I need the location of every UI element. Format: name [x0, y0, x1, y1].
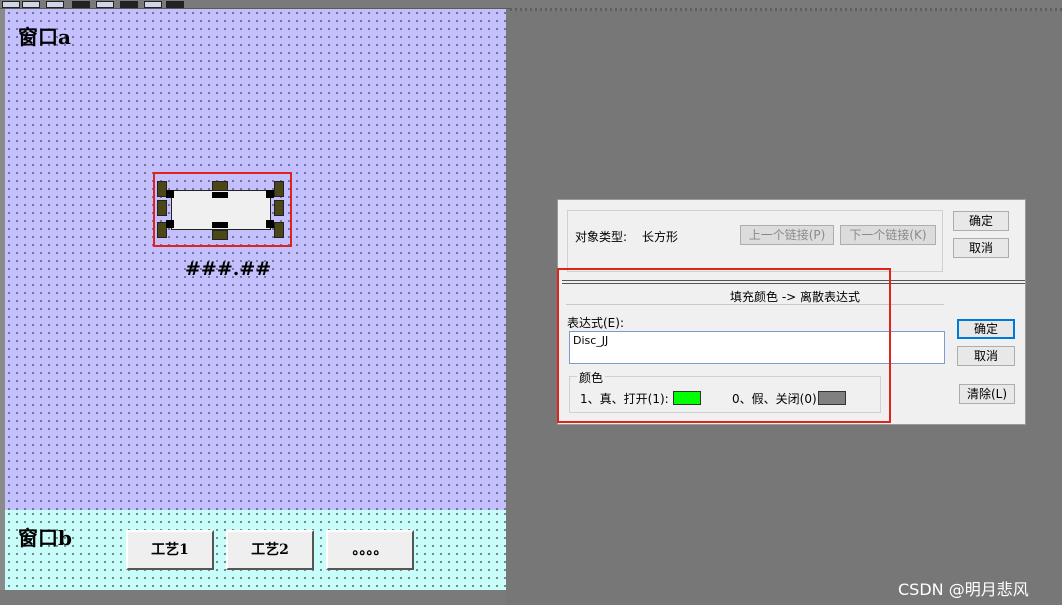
- ruler-strip: [510, 8, 1062, 11]
- canvas-bottom-edge: [0, 590, 506, 605]
- cancel-button[interactable]: 取消: [957, 346, 1015, 366]
- toolbar-icon[interactable]: [96, 1, 114, 8]
- clear-button[interactable]: 清除(L): [959, 384, 1015, 404]
- object-type-value: 长方形: [642, 230, 679, 244]
- toolbar-icon[interactable]: [2, 1, 20, 8]
- window-a-title: 窗口a: [18, 25, 71, 49]
- resize-handle-inner: [266, 220, 274, 228]
- toolbar-icon[interactable]: [46, 1, 64, 8]
- resize-handle-inner: [166, 190, 174, 198]
- resize-handle[interactable]: [212, 181, 228, 191]
- watermark: CSDN @明月悲风: [898, 580, 1029, 599]
- ok-button[interactable]: 确定: [957, 319, 1015, 339]
- toolbar-icon[interactable]: [120, 1, 138, 8]
- resize-handle-inner: [212, 222, 228, 228]
- value-display[interactable]: ###.##: [185, 258, 271, 280]
- resize-handle-inner: [212, 192, 228, 198]
- more-button[interactable]: 。。。。: [326, 530, 414, 570]
- toolbar-icon[interactable]: [144, 1, 162, 8]
- cancel-top-button[interactable]: 取消: [953, 238, 1009, 258]
- resize-handle[interactable]: [274, 200, 284, 216]
- toolbar-icon[interactable]: [166, 1, 184, 8]
- ok-top-button[interactable]: 确定: [953, 211, 1009, 231]
- resize-handle[interactable]: [274, 181, 284, 197]
- toolbar-icon[interactable]: [22, 1, 40, 8]
- object-type-label: 对象类型:: [575, 230, 628, 244]
- prev-link-button[interactable]: 上一个链接(P): [740, 225, 834, 245]
- toolbar-icon[interactable]: [72, 1, 90, 8]
- process-1-button[interactable]: 工艺1: [126, 530, 214, 570]
- resize-handle-inner: [166, 220, 174, 228]
- window-b-title: 窗口b: [18, 526, 72, 550]
- next-link-button[interactable]: 下一个链接(K): [840, 225, 936, 245]
- resize-handle[interactable]: [212, 230, 228, 240]
- highlight-box-expression: [557, 268, 891, 423]
- resize-handle[interactable]: [157, 200, 167, 216]
- resize-handle-inner: [266, 190, 274, 198]
- resize-handle[interactable]: [274, 222, 284, 238]
- process-2-button[interactable]: 工艺2: [226, 530, 314, 570]
